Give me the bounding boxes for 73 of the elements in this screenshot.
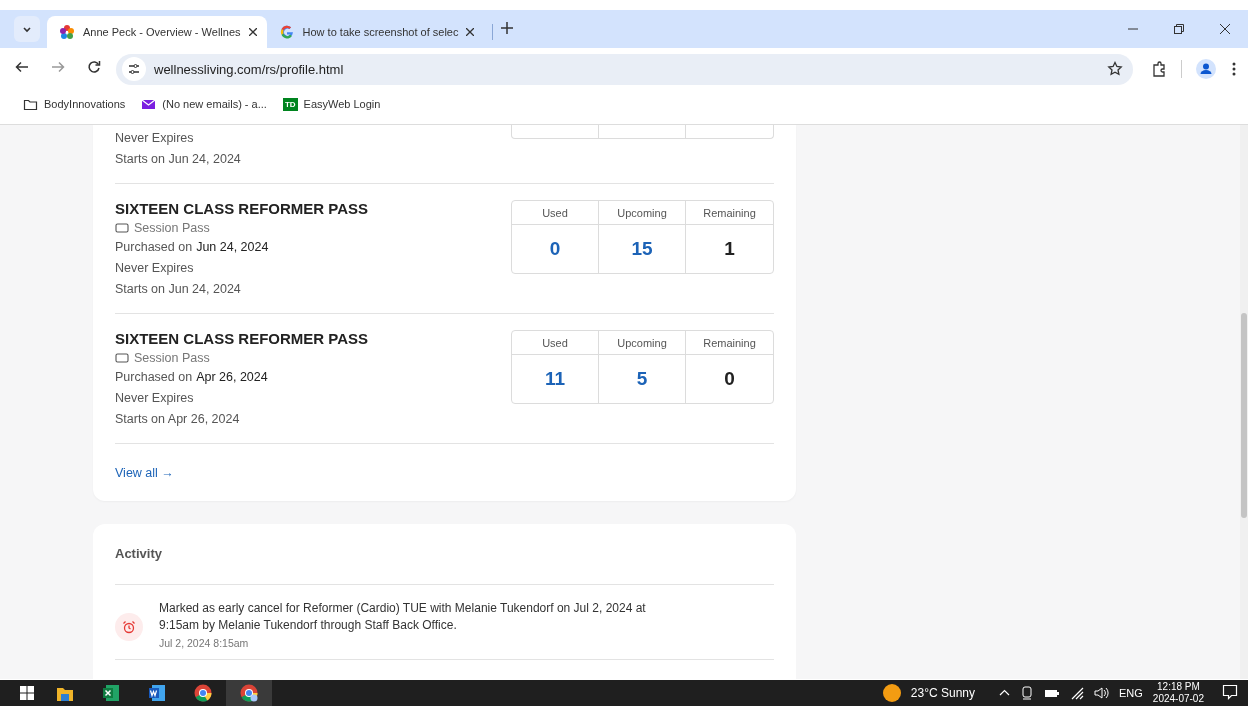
purchase-label: Purchased on <box>115 370 193 384</box>
stat-label: Used <box>512 331 599 355</box>
stat-value: 1 <box>723 237 736 261</box>
bookmark-link[interactable]: (No new emails) - a... <box>141 96 267 112</box>
spreadsheet-app-icon[interactable] <box>102 684 120 702</box>
avatar-icon[interactable] <box>1196 59 1216 79</box>
address-bar[interactable]: wellnessliving.com/rs/profile.html <box>116 53 1133 85</box>
star-icon[interactable] <box>1107 61 1123 77</box>
sun-icon <box>882 684 901 702</box>
purchase-date: Jun 24, 2024 <box>196 240 269 254</box>
clock[interactable]: 12:18 PM 2024-07-02 <box>1152 681 1204 705</box>
stat-value: 15 <box>599 225 686 273</box>
activity-text: Marked as early cancel for Reformer (Cardio) TUE with Melanie Tukendorf on Jul 2, 2024 at 9:15am by Melanie Tukendorf through Staff Back Office. <box>159 600 647 634</box>
language-indicator[interactable]: ENG <box>1119 687 1143 699</box>
pass-title: SIXTEEN CLASS REFORMER PASS <box>115 199 370 219</box>
browser-app-icon[interactable] <box>194 684 212 702</box>
close-icon[interactable] <box>1220 24 1230 34</box>
stat-value: 11 <box>512 355 599 403</box>
weather-text[interactable]: 23°C Sunny <box>910 686 975 700</box>
view-all-link[interactable]: View all → <box>115 466 174 480</box>
chevron-down-icon <box>21 24 33 34</box>
puzzle-icon[interactable] <box>1151 60 1167 78</box>
pass-detail: Never Expires <box>115 130 195 147</box>
ticket-icon <box>115 352 129 364</box>
wifi-icon[interactable] <box>1070 686 1084 700</box>
google-icon <box>278 24 295 40</box>
ticket-icon <box>115 222 129 234</box>
document-app-icon[interactable] <box>148 684 166 702</box>
stat-value: 0 <box>512 225 599 273</box>
activity-time: Jul 2, 2024 8:15am <box>159 637 250 649</box>
stat-label: Remaining <box>686 201 773 225</box>
tab-list-button[interactable] <box>14 16 40 42</box>
scrollbar-thumb[interactable] <box>1241 313 1247 518</box>
pass-title: SIXTEEN CLASS REFORMER PASS <box>115 329 370 349</box>
scrollbar[interactable] <box>1240 125 1248 679</box>
close-tab-icon[interactable] <box>248 28 257 36</box>
pass-detail: Starts on Jun 24, 2024 <box>115 151 242 168</box>
bookmark-link[interactable]: TD EasyWeb Login <box>282 97 381 111</box>
purchase-label: Purchased on <box>115 240 193 254</box>
browser-tab[interactable]: How to take screenshot of selec <box>266 16 485 48</box>
windows-start-icon[interactable] <box>20 686 34 700</box>
device-icon[interactable] <box>1020 685 1034 701</box>
reload-icon[interactable] <box>87 60 101 74</box>
purchase-date: Apr 26, 2024 <box>196 370 268 384</box>
chevron-up-icon[interactable] <box>999 689 1010 697</box>
site-settings-icon[interactable] <box>122 57 146 81</box>
stat-label: Upcoming <box>599 201 686 225</box>
bookmark-link[interactable]: BodyInnovations <box>23 96 126 112</box>
pass-type: Session Pass <box>115 219 511 237</box>
alarm-clock-icon <box>115 613 143 641</box>
menu-icon[interactable] <box>1232 61 1236 77</box>
pass-detail: Starts on Jun 24, 2024 <box>115 281 242 298</box>
section-title: Activity <box>115 544 774 585</box>
speaker-icon[interactable] <box>1094 686 1109 700</box>
stat-value: 0 <box>723 367 736 391</box>
new-tab-icon[interactable] <box>501 22 514 34</box>
close-tab-icon[interactable] <box>466 28 475 36</box>
back-icon[interactable] <box>15 60 29 74</box>
restore-icon[interactable] <box>1174 24 1184 34</box>
flower-icon <box>59 24 75 40</box>
forward-icon[interactable] <box>51 60 65 74</box>
stat-label: Remaining <box>686 331 773 355</box>
pass-detail: Never Expires <box>115 260 195 277</box>
stat-label: Upcoming <box>599 331 686 355</box>
browser-tab[interactable]: Anne Peck - Overview - Wellnes <box>47 16 267 48</box>
stat-value: 5 <box>599 355 686 403</box>
stat-label: Used <box>512 201 599 225</box>
browser-profile-app-icon[interactable] <box>240 684 258 702</box>
notification-icon[interactable] <box>1222 683 1238 700</box>
pass-detail: Starts on Apr 26, 2024 <box>115 411 241 428</box>
td-logo-icon: TD <box>282 97 298 111</box>
pass-type: Session Pass <box>115 349 511 367</box>
pass-detail: Never Expires <box>115 390 195 407</box>
